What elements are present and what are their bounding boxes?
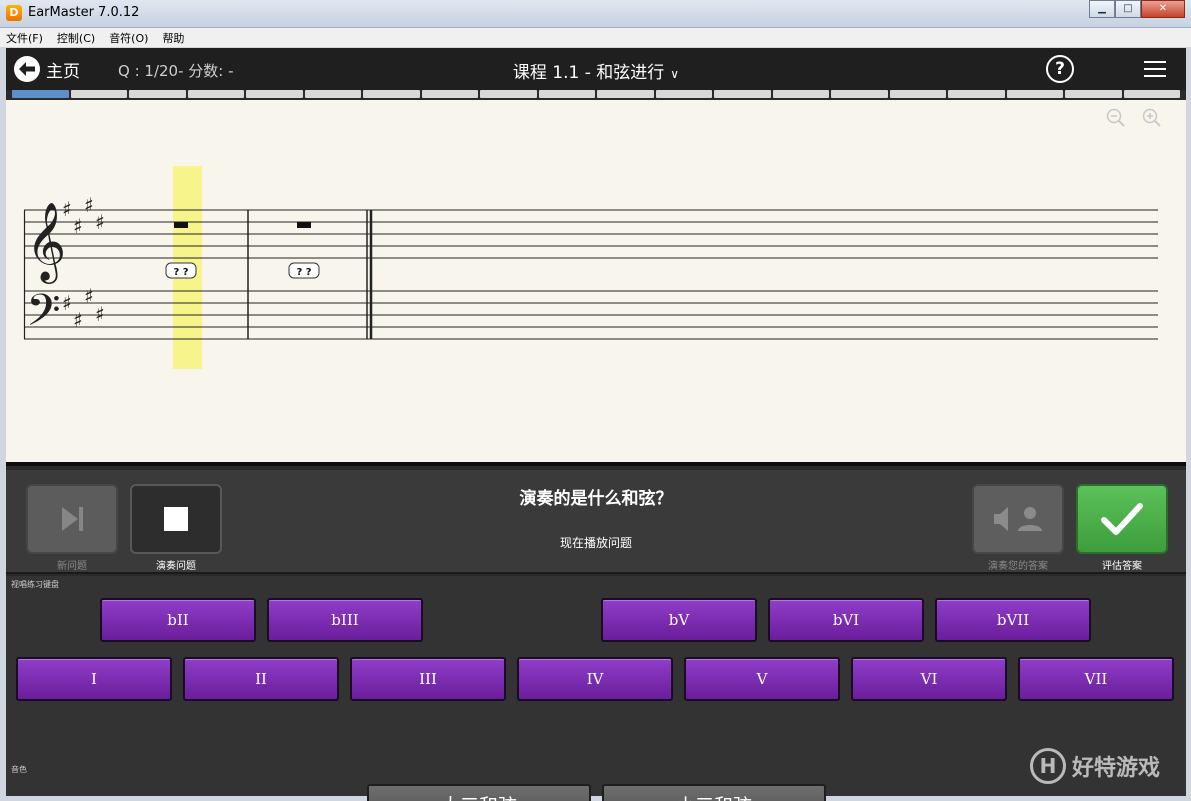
progress-segment: [1123, 90, 1180, 98]
progress-segment: [12, 90, 69, 98]
close-icon[interactable]: ✕: [1141, 0, 1185, 18]
watermark-logo: H: [1030, 748, 1066, 784]
menu-notes[interactable]: 音符(O): [109, 30, 148, 46]
app-frame: 主页 Q : 1/20- 分数: - 课程 1.1 - 和弦进行 ∨ ? 𝄞 𝄢…: [6, 48, 1186, 801]
chord-button-bIII[interactable]: bIII: [267, 598, 423, 642]
chord-label-box: ? ?: [288, 262, 320, 279]
lesson-title: 课程 1.1 - 和弦进行: [512, 63, 665, 83]
evaluate-answer-button[interactable]: [1076, 484, 1168, 554]
menu-help[interactable]: 帮助: [162, 30, 184, 46]
progress-segment: [187, 90, 244, 98]
app-header: 主页 Q : 1/20- 分数: - 课程 1.1 - 和弦进行 ∨ ?: [6, 48, 1186, 90]
play-question-label: 演奏问题: [156, 561, 196, 572]
svg-text:♯: ♯: [73, 214, 83, 238]
chord-button-VI[interactable]: VI: [851, 657, 1007, 701]
progress-segment: [1006, 90, 1063, 98]
control-panel: 新问题 演奏问题 演奏的是什么和弦？ 现在播放问题 演奏您的答案 评估答案: [6, 470, 1186, 574]
window-titlebar: D EarMaster 7.0.12 ▁ □ ✕: [0, 0, 1191, 28]
chord-label: ? ?: [296, 267, 311, 278]
lesson-selector[interactable]: 课程 1.1 - 和弦进行 ∨: [6, 58, 1186, 83]
chord-button-bII[interactable]: bII: [100, 598, 256, 642]
chord-label-box: ? ?: [165, 262, 197, 279]
progress-segment: [772, 90, 829, 98]
hamburger-menu-icon[interactable]: [1144, 61, 1166, 77]
help-icon[interactable]: ?: [1046, 55, 1074, 83]
evaluate-answer-label: 评估答案: [1102, 561, 1142, 572]
progress-segment: [480, 90, 537, 98]
checkmark-icon: [1101, 503, 1143, 535]
window-title: EarMaster 7.0.12: [28, 5, 140, 20]
window-controls: ▁ □ ✕: [1089, 0, 1185, 18]
svg-text:♯: ♯: [62, 291, 72, 315]
treble-clef-icon: 𝄞: [26, 202, 66, 284]
svg-text:♯: ♯: [95, 210, 105, 234]
progress-segment: [655, 90, 712, 98]
progress-segment: [129, 90, 186, 98]
progress-segment: [889, 90, 946, 98]
chord-button-I[interactable]: I: [16, 657, 172, 701]
bass-clef-icon: 𝄢: [26, 284, 61, 347]
menu-file[interactable]: 文件(F): [6, 30, 43, 46]
progress-segment: [421, 90, 478, 98]
zoom-out-icon[interactable]: [1106, 108, 1126, 128]
chord-button-III[interactable]: III: [350, 657, 506, 701]
progress-segment: [831, 90, 888, 98]
chord-button-V[interactable]: V: [684, 657, 840, 701]
maximize-icon[interactable]: □: [1115, 0, 1141, 18]
svg-text:♯: ♯: [95, 302, 105, 326]
new-question-label: 新问题: [57, 561, 87, 572]
svg-text:♯: ♯: [84, 284, 94, 308]
progress-segment: [714, 90, 771, 98]
progress-segment: [597, 90, 654, 98]
play-answer-label: 演奏您的答案: [988, 561, 1048, 572]
chord-label: ? ?: [173, 267, 188, 278]
music-staff: 𝄞 𝄢 ♯ ♯ ♯ ♯ ♯ ♯ ♯ ♯ ? ? ? ?: [23, 166, 1158, 369]
menu-control[interactable]: 控制(C): [57, 30, 95, 46]
svg-text:♯: ♯: [84, 193, 94, 217]
play-answer-button[interactable]: [972, 484, 1064, 554]
chord-button-bVI[interactable]: bVI: [768, 598, 924, 642]
chord-button-II[interactable]: II: [183, 657, 339, 701]
watermark-text: 好特游戏: [1072, 756, 1161, 781]
chord-button-VII[interactable]: VII: [1018, 657, 1174, 701]
progress-segment: [948, 90, 1005, 98]
svg-text:♯: ♯: [73, 308, 83, 332]
answer-keyboard: 视唱练习键盘 bII bIII bV bVI bVII I II III IV …: [6, 576, 1186, 796]
progress-segment: [1065, 90, 1122, 98]
menu-bar: 文件(F) 控制(C) 音符(O) 帮助: [0, 28, 1191, 48]
progress-segment: [363, 90, 420, 98]
chevron-down-icon: ∨: [670, 67, 680, 81]
app-icon: D: [6, 5, 22, 21]
progress-segment: [538, 90, 595, 98]
progress-segment: [70, 90, 127, 98]
whole-rest: [297, 222, 311, 228]
keyboard-section-label: 视唱练习键盘: [11, 580, 59, 589]
score-sheet: 𝄞 𝄢 ♯ ♯ ♯ ♯ ♯ ♯ ♯ ♯ ? ? ? ?: [6, 100, 1186, 466]
question-progress-bar: [12, 90, 1182, 98]
zoom-in-icon[interactable]: [1142, 108, 1162, 128]
speaker-person-icon: [994, 507, 1042, 531]
treble-key-signature: ♯ ♯ ♯ ♯: [62, 193, 105, 238]
timbre-major-button[interactable]: 大三和弦: [367, 784, 591, 801]
timbre-section-label: 音色: [11, 765, 27, 774]
whole-rest: [174, 222, 188, 228]
chord-button-bV[interactable]: bV: [601, 598, 757, 642]
watermark: H 好特游戏: [1030, 748, 1160, 784]
chord-button-IV[interactable]: IV: [517, 657, 673, 701]
progress-segment: [246, 90, 303, 98]
progress-segment: [304, 90, 361, 98]
minimize-icon[interactable]: ▁: [1089, 0, 1115, 18]
chord-button-bVII[interactable]: bVII: [935, 598, 1091, 642]
svg-text:♯: ♯: [62, 197, 72, 221]
timbre-minor-button[interactable]: 小三和弦: [602, 784, 826, 801]
